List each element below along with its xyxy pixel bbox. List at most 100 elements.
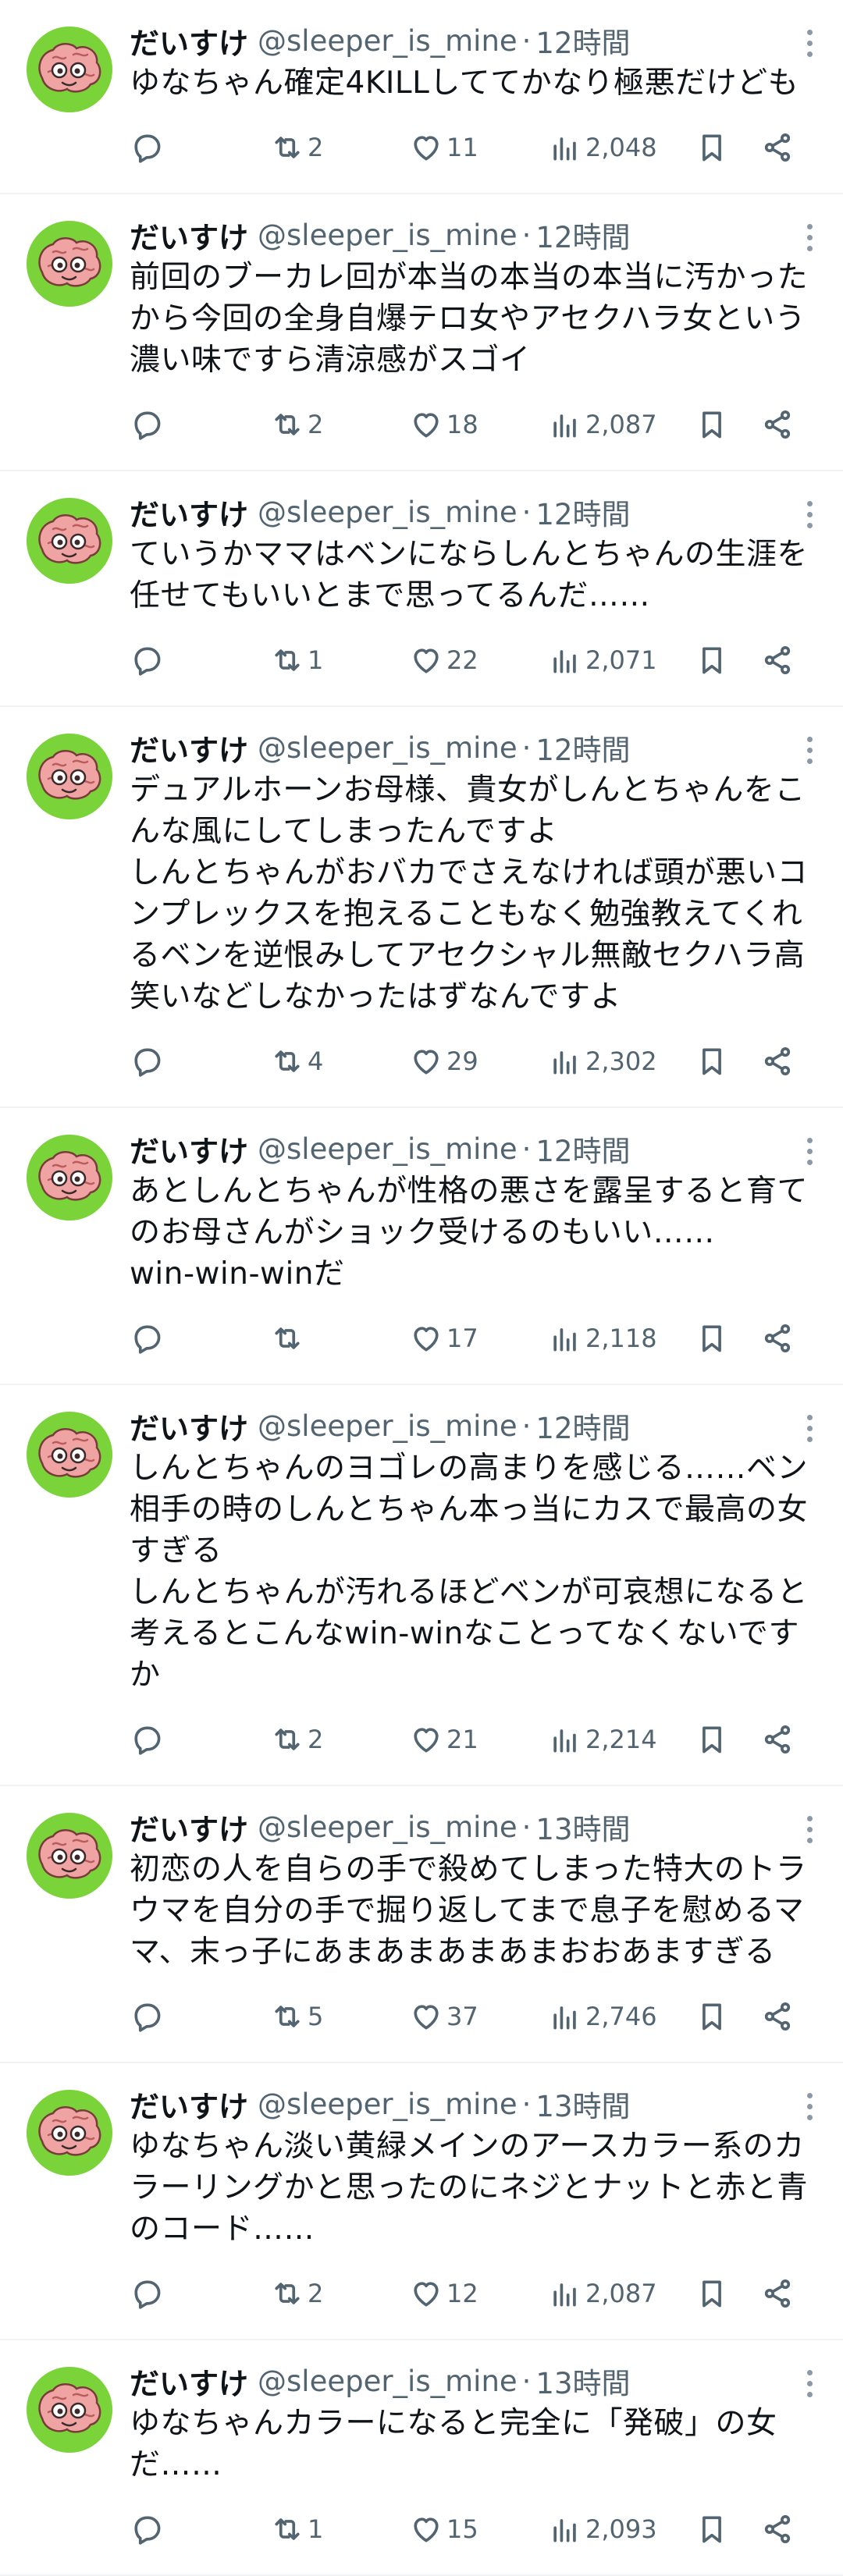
share-button[interactable] <box>760 2270 795 2317</box>
bookmark-button[interactable] <box>695 401 729 448</box>
reply-button[interactable] <box>130 401 164 448</box>
like-button[interactable]: 18 <box>409 401 478 448</box>
tweet[interactable]: だいすけ @sleeper_is_mine · 13時間 ゆなちゃん淡い黄緑メイ… <box>0 2063 843 2340</box>
display-name[interactable]: だいすけ <box>130 1405 248 1448</box>
user-handle[interactable]: @sleeper_is_mine <box>258 496 518 529</box>
tweet[interactable]: だいすけ @sleeper_is_mine · 12時間 前回のブーカレ回が本当… <box>0 194 843 471</box>
views-button[interactable]: 2,087 <box>548 2270 657 2317</box>
more-options-icon[interactable] <box>806 1415 813 1446</box>
repost-button[interactable]: 5 <box>270 1993 323 2040</box>
like-button[interactable]: 22 <box>409 637 478 684</box>
bookmark-button[interactable] <box>695 2506 729 2553</box>
more-options-icon[interactable] <box>806 1816 813 1847</box>
share-button[interactable] <box>760 1038 795 1085</box>
repost-button[interactable]: 4 <box>270 1038 323 1085</box>
share-button[interactable] <box>760 401 795 448</box>
share-button[interactable] <box>760 1716 795 1763</box>
tweet[interactable]: だいすけ @sleeper_is_mine · 12時間 ていうかママはベンにな… <box>0 471 843 707</box>
avatar[interactable] <box>27 1412 112 1498</box>
user-handle[interactable]: @sleeper_is_mine <box>258 2365 518 2398</box>
repost-button[interactable]: 2 <box>270 401 323 448</box>
reply-button[interactable] <box>130 1315 164 1362</box>
like-button[interactable]: 29 <box>409 1038 478 1085</box>
bookmark-button[interactable] <box>695 2270 729 2317</box>
share-button[interactable] <box>760 1315 795 1362</box>
bookmark-button[interactable] <box>695 124 729 171</box>
user-handle[interactable]: @sleeper_is_mine <box>258 24 518 58</box>
reply-button[interactable] <box>130 1716 164 1763</box>
avatar[interactable] <box>27 2367 112 2453</box>
timestamp[interactable]: 13時間 <box>535 1806 630 1848</box>
tweet[interactable]: だいすけ @sleeper_is_mine · 12時間 デュアルホーンお母様、… <box>0 707 843 1108</box>
display-name[interactable]: だいすけ <box>130 1806 248 1849</box>
repost-button[interactable]: 2 <box>270 2270 323 2317</box>
repost-button[interactable]: 1 <box>270 637 323 684</box>
more-options-icon[interactable] <box>806 30 813 61</box>
repost-button[interactable] <box>270 1315 308 1362</box>
like-button[interactable]: 21 <box>409 1716 478 1763</box>
like-button[interactable]: 12 <box>409 2270 478 2317</box>
timestamp[interactable]: 12時間 <box>535 727 630 769</box>
repost-button[interactable]: 1 <box>270 2506 323 2553</box>
tweet[interactable]: だいすけ @sleeper_is_mine · 12時間 あとしんとちゃんが性格… <box>0 1108 843 1385</box>
reply-button[interactable] <box>130 1993 164 2040</box>
display-name[interactable]: だいすけ <box>130 491 248 534</box>
bookmark-button[interactable] <box>695 1315 729 1362</box>
more-options-icon[interactable] <box>806 2370 813 2401</box>
bookmark-button[interactable] <box>695 637 729 684</box>
user-handle[interactable]: @sleeper_is_mine <box>258 1409 518 1443</box>
views-button[interactable]: 2,214 <box>548 1716 657 1763</box>
share-button[interactable] <box>760 124 795 171</box>
like-button[interactable]: 37 <box>409 1993 478 2040</box>
bookmark-button[interactable] <box>695 1716 729 1763</box>
tweet[interactable]: だいすけ @sleeper_is_mine · 13時間 初恋の人を自らの手で殺… <box>0 1786 843 2063</box>
bookmark-button[interactable] <box>695 1038 729 1085</box>
tweet[interactable]: だいすけ @sleeper_is_mine · 12時間 しんとちゃんのヨゴレの… <box>0 1385 843 1786</box>
display-name[interactable]: だいすけ <box>130 214 248 257</box>
display-name[interactable]: だいすけ <box>130 1128 248 1171</box>
display-name[interactable]: だいすけ <box>130 2083 248 2126</box>
user-handle[interactable]: @sleeper_is_mine <box>258 1132 518 1166</box>
more-options-icon[interactable] <box>806 737 813 768</box>
like-button[interactable]: 17 <box>409 1315 478 1362</box>
timestamp[interactable]: 12時間 <box>535 491 630 533</box>
avatar[interactable] <box>27 734 112 819</box>
share-button[interactable] <box>760 637 795 684</box>
share-button[interactable] <box>760 2506 795 2553</box>
views-button[interactable]: 2,048 <box>548 124 657 171</box>
bookmark-button[interactable] <box>695 1993 729 2040</box>
repost-button[interactable]: 2 <box>270 124 323 171</box>
reply-button[interactable] <box>130 2506 164 2553</box>
like-button[interactable]: 15 <box>409 2506 478 2553</box>
timestamp[interactable]: 12時間 <box>535 1405 630 1447</box>
display-name[interactable]: だいすけ <box>130 727 248 769</box>
share-button[interactable] <box>760 1993 795 2040</box>
reply-button[interactable] <box>130 637 164 684</box>
more-options-icon[interactable] <box>806 501 813 532</box>
display-name[interactable]: だいすけ <box>130 2360 248 2403</box>
user-handle[interactable]: @sleeper_is_mine <box>258 2087 518 2121</box>
user-handle[interactable]: @sleeper_is_mine <box>258 1810 518 1844</box>
tweet[interactable]: だいすけ @sleeper_is_mine · 12時間 ゆなちゃん確定4KIL… <box>0 0 843 194</box>
timestamp[interactable]: 13時間 <box>535 2360 630 2402</box>
like-button[interactable]: 11 <box>409 124 478 171</box>
timestamp[interactable]: 12時間 <box>535 214 630 256</box>
views-button[interactable]: 2,071 <box>548 637 657 684</box>
reply-button[interactable] <box>130 1038 164 1085</box>
views-button[interactable]: 2,087 <box>548 401 657 448</box>
user-handle[interactable]: @sleeper_is_mine <box>258 219 518 252</box>
display-name[interactable]: だいすけ <box>130 20 248 62</box>
timestamp[interactable]: 12時間 <box>535 20 630 62</box>
timestamp[interactable]: 12時間 <box>535 1128 630 1170</box>
more-options-icon[interactable] <box>806 2093 813 2124</box>
avatar[interactable] <box>27 1813 112 1899</box>
reply-button[interactable] <box>130 2270 164 2317</box>
timestamp[interactable]: 13時間 <box>535 2083 630 2125</box>
avatar[interactable] <box>27 498 112 584</box>
repost-button[interactable]: 2 <box>270 1716 323 1763</box>
views-button[interactable]: 2,302 <box>548 1038 657 1085</box>
views-button[interactable]: 2,093 <box>548 2506 657 2553</box>
reply-button[interactable] <box>130 124 164 171</box>
tweet[interactable]: だいすけ @sleeper_is_mine · 13時間 ゆなちゃんカラーになる… <box>0 2340 843 2576</box>
views-button[interactable]: 2,746 <box>548 1993 657 2040</box>
